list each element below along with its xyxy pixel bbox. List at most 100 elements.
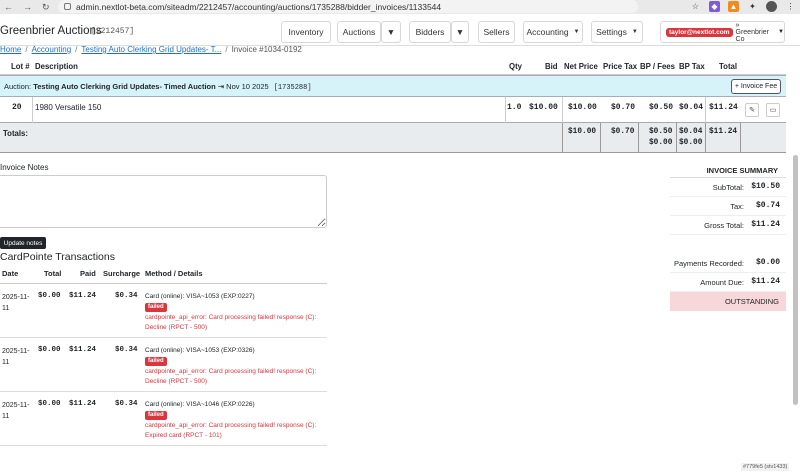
- caret-down-icon: ▼: [386, 27, 396, 37]
- txn-total: $0.00: [38, 292, 61, 300]
- nav-inventory[interactable]: Inventory: [281, 21, 331, 43]
- net-price-value: $10.00: [568, 103, 597, 112]
- total-amount: $11.24: [709, 128, 738, 136]
- summary-amount-due: Amount Due: $11.24: [670, 273, 786, 292]
- star-icon[interactable]: ☆: [690, 1, 701, 12]
- outstanding-status: OUTSTANDING: [670, 292, 786, 311]
- nav-accounting[interactable]: Accounting ▼: [523, 21, 583, 43]
- extension-icon[interactable]: ◆: [709, 1, 720, 12]
- crumb-auction[interactable]: Testing Auto Clerking Grid Updates- T...: [81, 45, 221, 54]
- browser-extensions: ☆ ◆ ▲ ✦ ⋮: [690, 1, 796, 12]
- lot-description: 1980 Versatile 150: [35, 103, 102, 112]
- transaction-row: 2025-11-11 $0.00 $11.24 $0.34 Card (onli…: [0, 284, 327, 338]
- puzzle-icon[interactable]: ✦: [747, 1, 758, 12]
- bidders-dropdown[interactable]: ▼: [451, 21, 469, 43]
- summary-value: $10.50: [751, 182, 780, 191]
- total-net: $10.00: [568, 128, 597, 136]
- txn-method: Card (online): VISA~1046 (EXP:0226) faile…: [145, 400, 325, 441]
- crumb-sep: /: [225, 45, 228, 54]
- summary-label: Tax:: [730, 202, 744, 211]
- transaction-row: 2025-11-11 $0.00 $11.24 $0.34 Card (onli…: [0, 392, 327, 446]
- col-total: Total: [719, 62, 738, 71]
- col-divider: [705, 123, 706, 153]
- summary-value: $0.00: [755, 258, 780, 267]
- invoice-notes-label: Invoice Notes: [0, 163, 49, 172]
- price-tax-value: $0.70: [611, 103, 636, 112]
- caret-down-icon: ▼: [778, 29, 784, 35]
- nav-bidders[interactable]: Bidders: [409, 21, 451, 43]
- site-id: [2212457]: [91, 27, 135, 36]
- transactions-table: Date Total Paid Surcharge Method / Detai…: [0, 266, 327, 446]
- reload-icon[interactable]: ↻: [42, 2, 50, 13]
- nav-sellers[interactable]: Sellers: [478, 21, 515, 43]
- total-value: $11.24: [709, 103, 738, 112]
- col-divider: [505, 97, 506, 123]
- scrollbar[interactable]: [793, 155, 798, 405]
- forward-icon[interactable]: →: [23, 2, 32, 13]
- nav-label: Inventory: [288, 27, 324, 37]
- txn-paid: $11.24: [69, 292, 97, 300]
- update-notes-button[interactable]: Update notes: [0, 237, 46, 249]
- status-badge: failed: [145, 303, 167, 312]
- txn-paid: $11.24: [69, 400, 97, 408]
- card-icon[interactable]: ▭: [766, 103, 780, 117]
- address-bar[interactable]: admin.nextlot-beta.com/siteadm/2212457/a…: [58, 0, 638, 13]
- txn-surcharge: $0.34: [115, 400, 138, 408]
- user-email: taylor@nextlot.com: [666, 27, 733, 37]
- txn-date: 2025-11-11: [2, 294, 30, 312]
- col-price-tax: Price Tax: [603, 62, 638, 71]
- auction-title: Auction: Testing Auto Clerking Grid Upda…: [4, 82, 312, 92]
- user-menu[interactable]: taylor@nextlot.com » Greenbrier Co ▼: [660, 21, 785, 43]
- auction-label: Auction:: [4, 82, 32, 91]
- col-total: Total: [44, 269, 62, 278]
- col-divider: [676, 123, 677, 153]
- auctions-dropdown[interactable]: ▼: [381, 21, 401, 43]
- txn-card: Card (online): VISA~1046 (EXP:0226): [145, 401, 255, 408]
- col-qty: Qty: [509, 62, 522, 71]
- col-divider: [562, 97, 563, 123]
- breadcrumb: Home / Accounting / Testing Auto Clerking Gr…: [0, 45, 302, 54]
- back-icon[interactable]: ←: [4, 2, 13, 13]
- col-divider: [705, 97, 706, 123]
- summary-spacer: [670, 235, 786, 254]
- caret-down-icon: ▼: [631, 29, 638, 35]
- summary-label: Amount Due:: [700, 278, 744, 287]
- crumb-home[interactable]: Home: [0, 45, 21, 54]
- col-divider: [32, 97, 33, 123]
- extension-icon[interactable]: ▲: [728, 1, 739, 12]
- txn-paid: $11.24: [69, 346, 97, 354]
- edit-icon[interactable]: ✎: [745, 103, 759, 117]
- invoice-fee-button[interactable]: + Invoice Fee: [731, 79, 781, 94]
- nav-auctions[interactable]: Auctions: [337, 21, 381, 43]
- total-price-tax: $0.70: [611, 128, 635, 136]
- txn-error: cardpointe_api_error: Card processing fa…: [145, 422, 317, 439]
- nav-settings[interactable]: Settings ▼: [591, 21, 643, 43]
- crumb-sep: /: [75, 45, 78, 54]
- summary-tax: Tax: $0.74: [670, 197, 786, 216]
- crumb-accounting[interactable]: Accounting: [32, 45, 72, 54]
- auction-name[interactable]: Testing Auto Clerking Grid Updates- Time…: [33, 82, 216, 91]
- auction-group-row: Auction: Testing Auto Clerking Grid Upda…: [0, 75, 786, 97]
- totals-label: Totals:: [3, 129, 28, 138]
- txn-date: 2025-11-11: [2, 402, 30, 420]
- txn-card: Card (online): VISA~1053 (EXP:0326): [145, 347, 255, 354]
- nav-label: Settings: [596, 27, 627, 37]
- profile-icon[interactable]: [766, 1, 777, 12]
- org-name: » Greenbrier Co: [735, 21, 769, 43]
- menu-icon[interactable]: ⋮: [785, 1, 796, 12]
- txn-card: Card (online): VISA~1053 (EXP:0227): [145, 293, 255, 300]
- site-info-icon[interactable]: [64, 3, 71, 10]
- invoice-notes-input[interactable]: [0, 175, 327, 228]
- brand-title[interactable]: Greenbrier Auctions: [0, 25, 102, 37]
- org-label: Greenbrier Co: [735, 28, 769, 43]
- summary-title: INVOICE SUMMARY: [670, 161, 786, 178]
- col-net-price: Net Price: [564, 62, 598, 71]
- nav-label: Auctions: [342, 27, 376, 37]
- caret-down-icon: ▼: [573, 29, 580, 35]
- caret-down-icon: ▼: [455, 27, 465, 37]
- txn-surcharge: $0.34: [115, 346, 138, 354]
- col-divider: [600, 123, 601, 153]
- invoice-summary: INVOICE SUMMARY SubTotal: $10.50 Tax: $0.7…: [670, 161, 786, 311]
- summary-value: $11.24: [751, 277, 780, 286]
- col-divider: [638, 123, 639, 153]
